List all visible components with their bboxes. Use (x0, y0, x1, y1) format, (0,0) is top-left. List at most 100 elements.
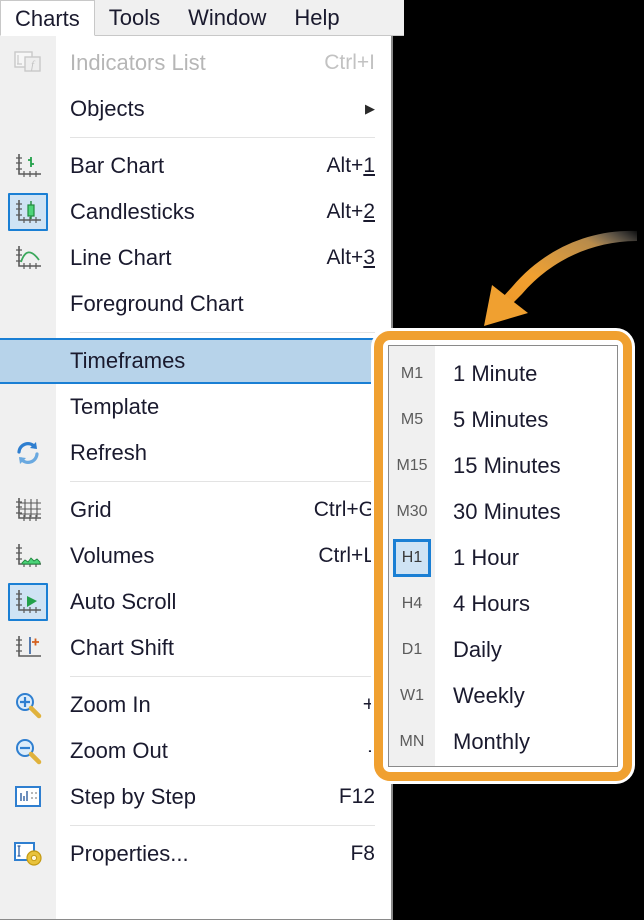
menu-item-label: Zoom Out (70, 738, 168, 763)
menu-item-properties[interactable]: Properties... F8 (0, 831, 391, 877)
menu-item-zoom-out[interactable]: Zoom Out - (0, 728, 391, 774)
timeframe-item-m15[interactable]: M15 15 Minutes (389, 443, 617, 489)
shortcut-text: Alt+ (326, 246, 364, 269)
timeframe-label: 5 Minutes (453, 407, 549, 432)
shortcut-accelerator: 3 (363, 246, 375, 269)
timeframe-label: 15 Minutes (453, 453, 561, 478)
menu-item-label: Bar Chart (70, 153, 165, 178)
menu-divider (70, 825, 375, 826)
menu-item-refresh[interactable]: Refresh (0, 430, 391, 476)
menu-item-shortcut: Alt+2 (327, 200, 375, 224)
menu-divider (70, 676, 375, 677)
menubar-item-charts[interactable]: Charts (0, 0, 95, 36)
grid-icon (8, 491, 48, 529)
menubar-item-help[interactable]: Help (280, 0, 353, 36)
timeframe-label: 1 Hour (453, 545, 520, 570)
menu-item-label: Template (70, 394, 160, 419)
chart-shift-icon (8, 629, 48, 667)
timeframe-label: 4 Hours (453, 591, 531, 616)
menu-item-bar-chart[interactable]: Bar Chart Alt+1 (0, 143, 391, 189)
menu-item-volumes[interactable]: Volumes Ctrl+L (0, 533, 391, 579)
timeframe-code: M1 (400, 365, 424, 382)
menu-item-shortcut: F8 (350, 842, 375, 866)
timeframe-item-mn[interactable]: MN Monthly (389, 719, 617, 765)
timeframe-item-h4[interactable]: H4 4 Hours (389, 581, 617, 627)
timeframe-code: W1 (400, 687, 424, 704)
volumes-icon (8, 537, 48, 575)
timeframe-code: M15 (396, 457, 428, 474)
menu-item-label: Volumes (70, 543, 155, 568)
menu-item-label: Indicators List (70, 50, 206, 75)
charts-menu-item-list: f Indicators List Ctrl+I Objects ▶ Bar Chart A… (0, 36, 391, 877)
timeframe-label: Weekly (453, 683, 525, 708)
menu-item-zoom-in[interactable]: Zoom In + (0, 682, 391, 728)
menu-item-label: Grid (70, 497, 112, 522)
shortcut-accelerator: 1 (363, 154, 375, 177)
timeframes-submenu: M1 1 Minute M5 5 Minutes M15 15 Minutes M30 30 … (388, 345, 618, 767)
menu-bar: Charts Tools Window Help (0, 0, 404, 36)
timeframe-code: H1 (401, 549, 423, 566)
menu-item-label: Auto Scroll (70, 589, 177, 614)
menu-item-shortcut: Ctrl+G (314, 498, 375, 522)
menu-item-label: Step by Step (70, 784, 196, 809)
menu-item-auto-scroll[interactable]: Auto Scroll (0, 579, 391, 625)
timeframe-code: M30 (396, 503, 428, 520)
menu-item-grid[interactable]: Grid Ctrl+G (0, 487, 391, 533)
timeframe-label: 30 Minutes (453, 499, 561, 524)
menu-item-step-by-step[interactable]: Step by Step F12 (0, 774, 391, 820)
timeframe-label: 1 Minute (453, 361, 538, 386)
menu-item-label: Objects (70, 96, 145, 121)
menu-divider (70, 332, 375, 333)
line-chart-icon (8, 239, 48, 277)
menu-item-label: Chart Shift (70, 635, 174, 660)
indicators-list-icon: f (8, 44, 48, 82)
timeframe-item-m30[interactable]: M30 30 Minutes (389, 489, 617, 535)
menu-item-label: Timeframes (70, 348, 186, 373)
menubar-item-tools[interactable]: Tools (95, 0, 174, 36)
charts-dropdown-menu: f Indicators List Ctrl+I Objects ▶ Bar Chart A… (0, 36, 393, 920)
shortcut-accelerator: 2 (363, 200, 375, 223)
menu-item-shortcut: Alt+1 (327, 154, 375, 178)
shortcut-text: Alt+ (326, 200, 364, 223)
curved-arrow-icon (484, 230, 637, 326)
timeframe-item-w1[interactable]: W1 Weekly (389, 673, 617, 719)
candlestick-chart-icon (8, 193, 48, 231)
menu-item-template[interactable]: Template (0, 384, 391, 430)
menu-item-chart-shift[interactable]: Chart Shift (0, 625, 391, 671)
menu-item-indicators-list: f Indicators List Ctrl+I (0, 40, 391, 86)
timeframe-item-d1[interactable]: D1 Daily (389, 627, 617, 673)
menubar-item-window[interactable]: Window (174, 0, 280, 36)
zoom-in-icon (8, 686, 48, 724)
menu-item-line-chart[interactable]: Line Chart Alt+3 (0, 235, 391, 281)
shortcut-text: F8 (350, 842, 375, 865)
shortcut-text: Ctrl+G (313, 498, 375, 521)
properties-icon (8, 835, 48, 873)
step-by-step-icon (8, 778, 48, 816)
shortcut-text: F12 (338, 785, 375, 808)
zoom-out-icon (8, 732, 48, 770)
timeframe-code: H4 (401, 595, 423, 612)
menu-item-candlesticks[interactable]: Candlesticks Alt+2 (0, 189, 391, 235)
menu-item-foreground-chart[interactable]: Foreground Chart (0, 281, 391, 327)
menu-item-label: Line Chart (70, 245, 172, 270)
menu-item-objects[interactable]: Objects ▶ (0, 86, 391, 132)
timeframe-item-h1[interactable]: H1 1 Hour (389, 535, 617, 581)
timeframe-code: M5 (400, 411, 424, 428)
menu-divider (70, 481, 375, 482)
shortcut-text: Ctrl+I (324, 51, 375, 74)
timeframes-item-list: M1 1 Minute M5 5 Minutes M15 15 Minutes M30 30 … (389, 346, 617, 765)
submenu-chevron-right-icon: ▶ (365, 101, 375, 116)
bar-chart-icon (8, 147, 48, 185)
menu-item-shortcut: F12 (339, 785, 375, 809)
menu-item-timeframes[interactable]: Timeframes (0, 338, 391, 384)
timeframe-label: Monthly (453, 729, 531, 754)
timeframe-item-m5[interactable]: M5 5 Minutes (389, 397, 617, 443)
timeframe-item-m1[interactable]: M1 1 Minute (389, 351, 617, 397)
shortcut-text: Alt+ (326, 154, 364, 177)
annotation-arrow-container (440, 215, 644, 340)
menu-item-shortcut: Ctrl+I (324, 51, 375, 75)
timeframe-code: D1 (401, 641, 423, 658)
menu-item-shortcut: Alt+3 (327, 246, 375, 270)
refresh-icon (8, 434, 48, 472)
timeframe-label: Daily (453, 637, 502, 662)
